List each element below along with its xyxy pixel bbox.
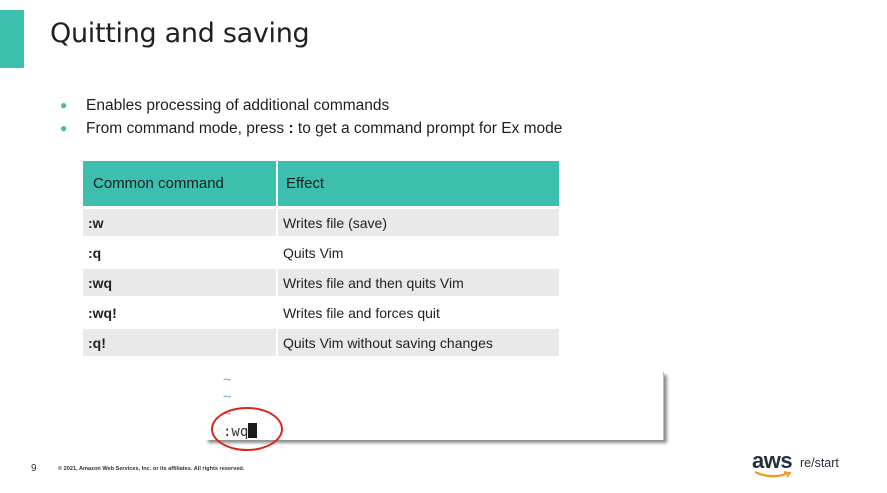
bullet-icon: ● [60, 98, 68, 112]
slide-title: Quitting and saving [50, 18, 310, 49]
bullet-item: ● From command mode, press : to get a co… [60, 117, 562, 140]
command-cell: :q [83, 236, 277, 268]
highlight-circle [211, 407, 283, 451]
column-header-command: Common command [83, 161, 277, 208]
aws-smile-icon [754, 471, 792, 478]
effect-cell: Writes file (save) [276, 206, 559, 238]
bullet-text-suffix: to get a command prompt for Ex mode [293, 120, 563, 137]
command-cell: :wq [83, 266, 277, 298]
command-cell: :wq! [83, 296, 277, 328]
table-row: :w Writes file (save) [83, 206, 559, 238]
logo-restart-text: re/start [800, 456, 839, 470]
column-header-effect: Effect [276, 161, 559, 208]
command-cell: :w [83, 206, 277, 238]
command-cell: :q! [83, 326, 277, 356]
table-header-row: Common command Effect [83, 161, 559, 208]
commands-table: Common command Effect :w Writes file (sa… [83, 161, 559, 356]
effect-cell: Writes file and then quits Vim [276, 266, 559, 298]
logo-aws-text: aws [752, 448, 793, 473]
bullet-text-prefix: From command mode, press [86, 120, 289, 137]
table-row: :q Quits Vim [83, 236, 559, 268]
title-accent-bar [0, 10, 24, 68]
table-row: :wq! Writes file and forces quit [83, 296, 559, 328]
page-number: 9 [31, 463, 37, 474]
effect-cell: Quits Vim without saving changes [276, 326, 559, 356]
effect-cell: Quits Vim [276, 236, 559, 268]
copyright-notice: © 2021, Amazon Web Services, Inc. or its… [58, 466, 245, 472]
empty-line-tilde: ~ [223, 372, 232, 388]
aws-restart-logo: aws re/start [752, 448, 839, 478]
effect-cell: Writes file and forces quit [276, 296, 559, 328]
bullet-list: ● Enables processing of additional comma… [60, 94, 562, 140]
empty-line-tilde: ~ [223, 389, 232, 405]
table-row: :wq Writes file and then quits Vim [83, 266, 559, 298]
bullet-text: Enables processing of additional command… [86, 97, 390, 114]
bullet-icon: ● [60, 121, 68, 135]
table-row: :q! Quits Vim without saving changes [83, 326, 559, 356]
bullet-item: ● Enables processing of additional comma… [60, 94, 562, 117]
